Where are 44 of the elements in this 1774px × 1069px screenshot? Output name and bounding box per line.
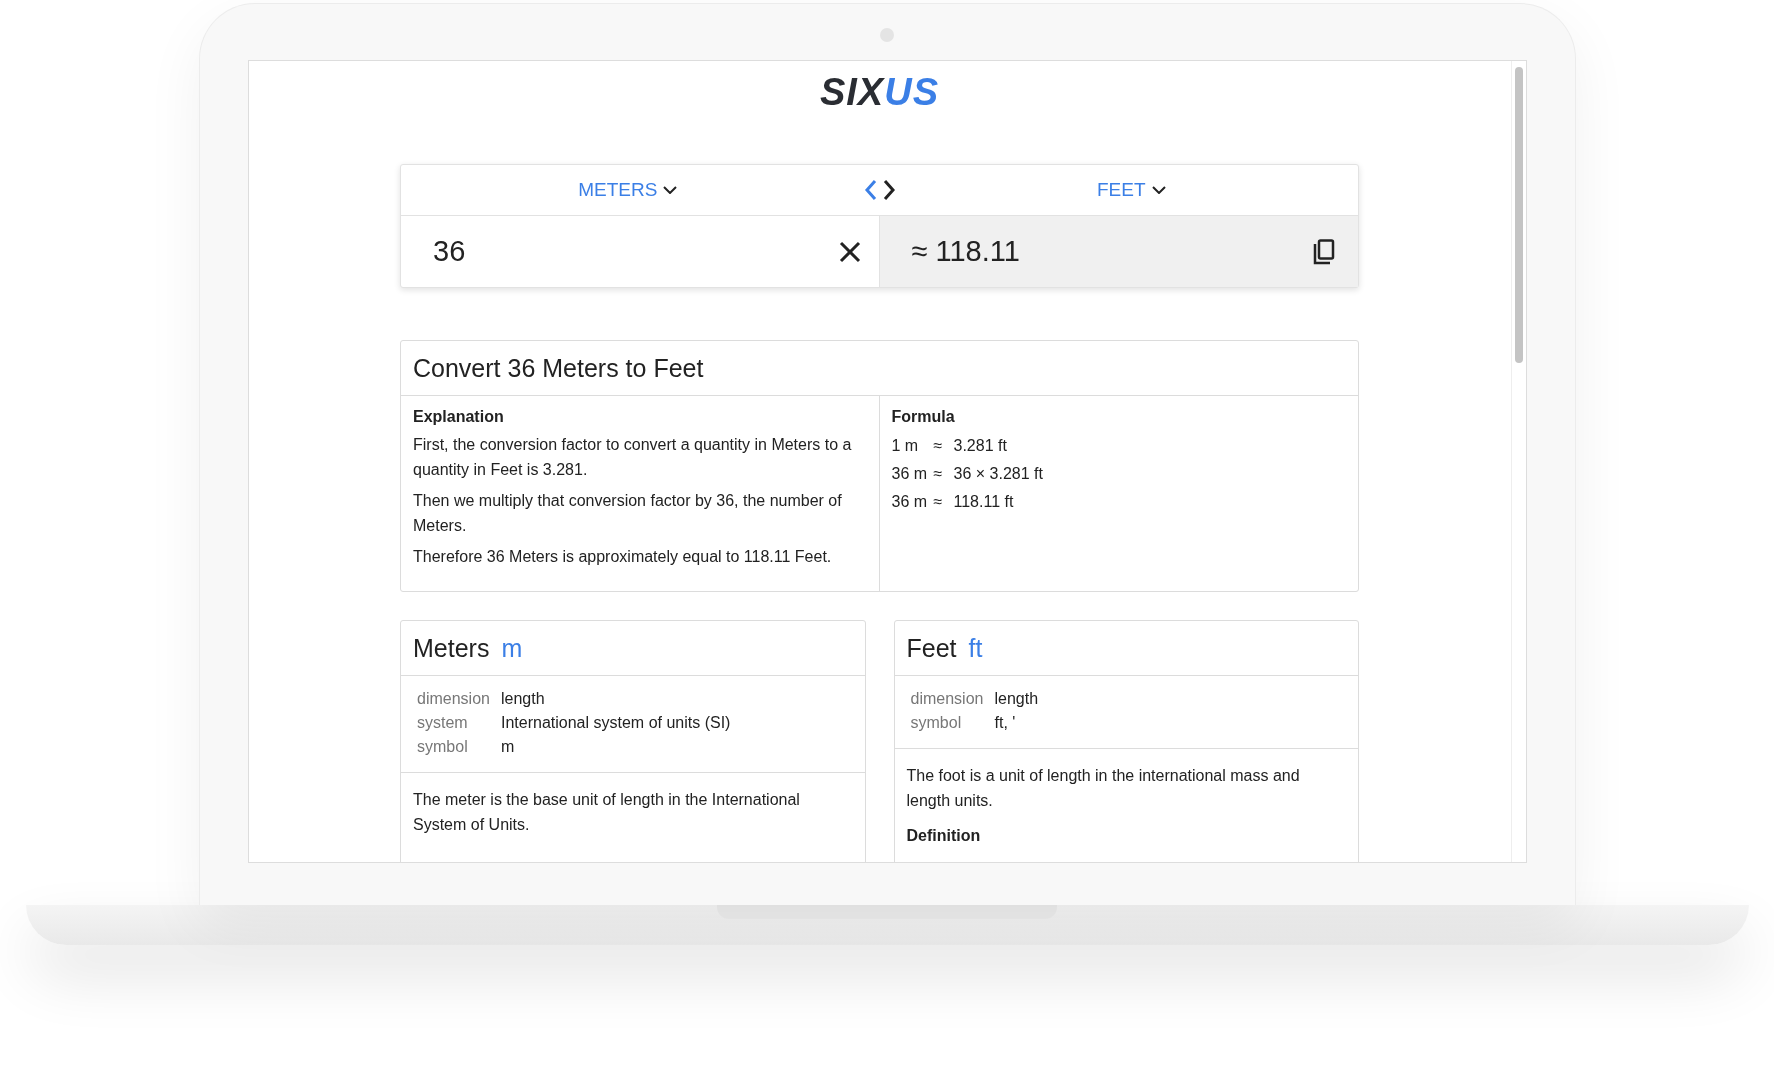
approx-sign: ≈ [933, 436, 944, 456]
scrollbar-thumb[interactable] [1514, 67, 1523, 363]
from-unit-dropdown[interactable]: METERS [574, 175, 682, 205]
copy-icon [1312, 238, 1336, 265]
property-value: International system of units (SI) [501, 713, 732, 733]
unit-name: Feet [906, 633, 957, 663]
property-value: length [994, 689, 1040, 709]
unit-name: Meters [413, 633, 490, 663]
property-label: symbol [910, 713, 963, 733]
clear-button[interactable] [838, 240, 861, 263]
chevron-down-icon [1151, 186, 1166, 194]
formula-term: 36 m [891, 492, 929, 512]
copy-button[interactable] [1312, 238, 1336, 265]
value-input-field[interactable]: 36 [431, 234, 735, 269]
formula-term: 36 m [891, 464, 929, 484]
paragraph: First, the conversion factor to convert a quantity in Meters to a quantity in Feet is 3.281. [413, 435, 853, 480]
property-label: dimension [910, 689, 985, 709]
card-title: Convert 36 Meters to Feet [413, 353, 704, 383]
unit-description: The foot is a unit of length in the international mass and length units. [906, 766, 1301, 811]
formula-term: 118.11 ft [953, 492, 1015, 512]
property-value: length [501, 689, 546, 709]
chevron-down-icon [663, 186, 678, 194]
paragraph: Then we multiply that conversion factor by 36, the number of Meters. [413, 491, 843, 536]
property-label: system [417, 713, 469, 733]
logo: SIXUS [819, 71, 939, 114]
property-value: m [501, 737, 516, 757]
property-label: symbol [417, 737, 469, 757]
approx-sign: ≈ [933, 492, 944, 512]
section-heading: Explanation [413, 408, 505, 426]
section-heading: Formula [891, 408, 956, 426]
paragraph: Therefore 36 Meters is approximately equal to 118.11 Feet. [413, 547, 833, 567]
approx-sign: ≈ [933, 464, 944, 484]
formula-term: 3.281 ft [953, 436, 1008, 456]
close-icon [838, 240, 861, 263]
to-unit-dropdown[interactable]: FEET [1092, 175, 1170, 205]
formula-term: 1 m [891, 436, 920, 456]
section-heading: Definition [906, 827, 982, 845]
formula-term: 36 × 3.281 ft [953, 464, 1044, 484]
property-label: dimension [417, 689, 491, 709]
unit-symbol: ft [968, 633, 983, 663]
unit-symbol: m [501, 633, 523, 663]
result-value: ≈ 118.11 [911, 235, 1020, 268]
property-value: ft, ' [994, 713, 1017, 733]
unit-description: The meter is the base unit of length in the International System of Units. [413, 790, 801, 835]
